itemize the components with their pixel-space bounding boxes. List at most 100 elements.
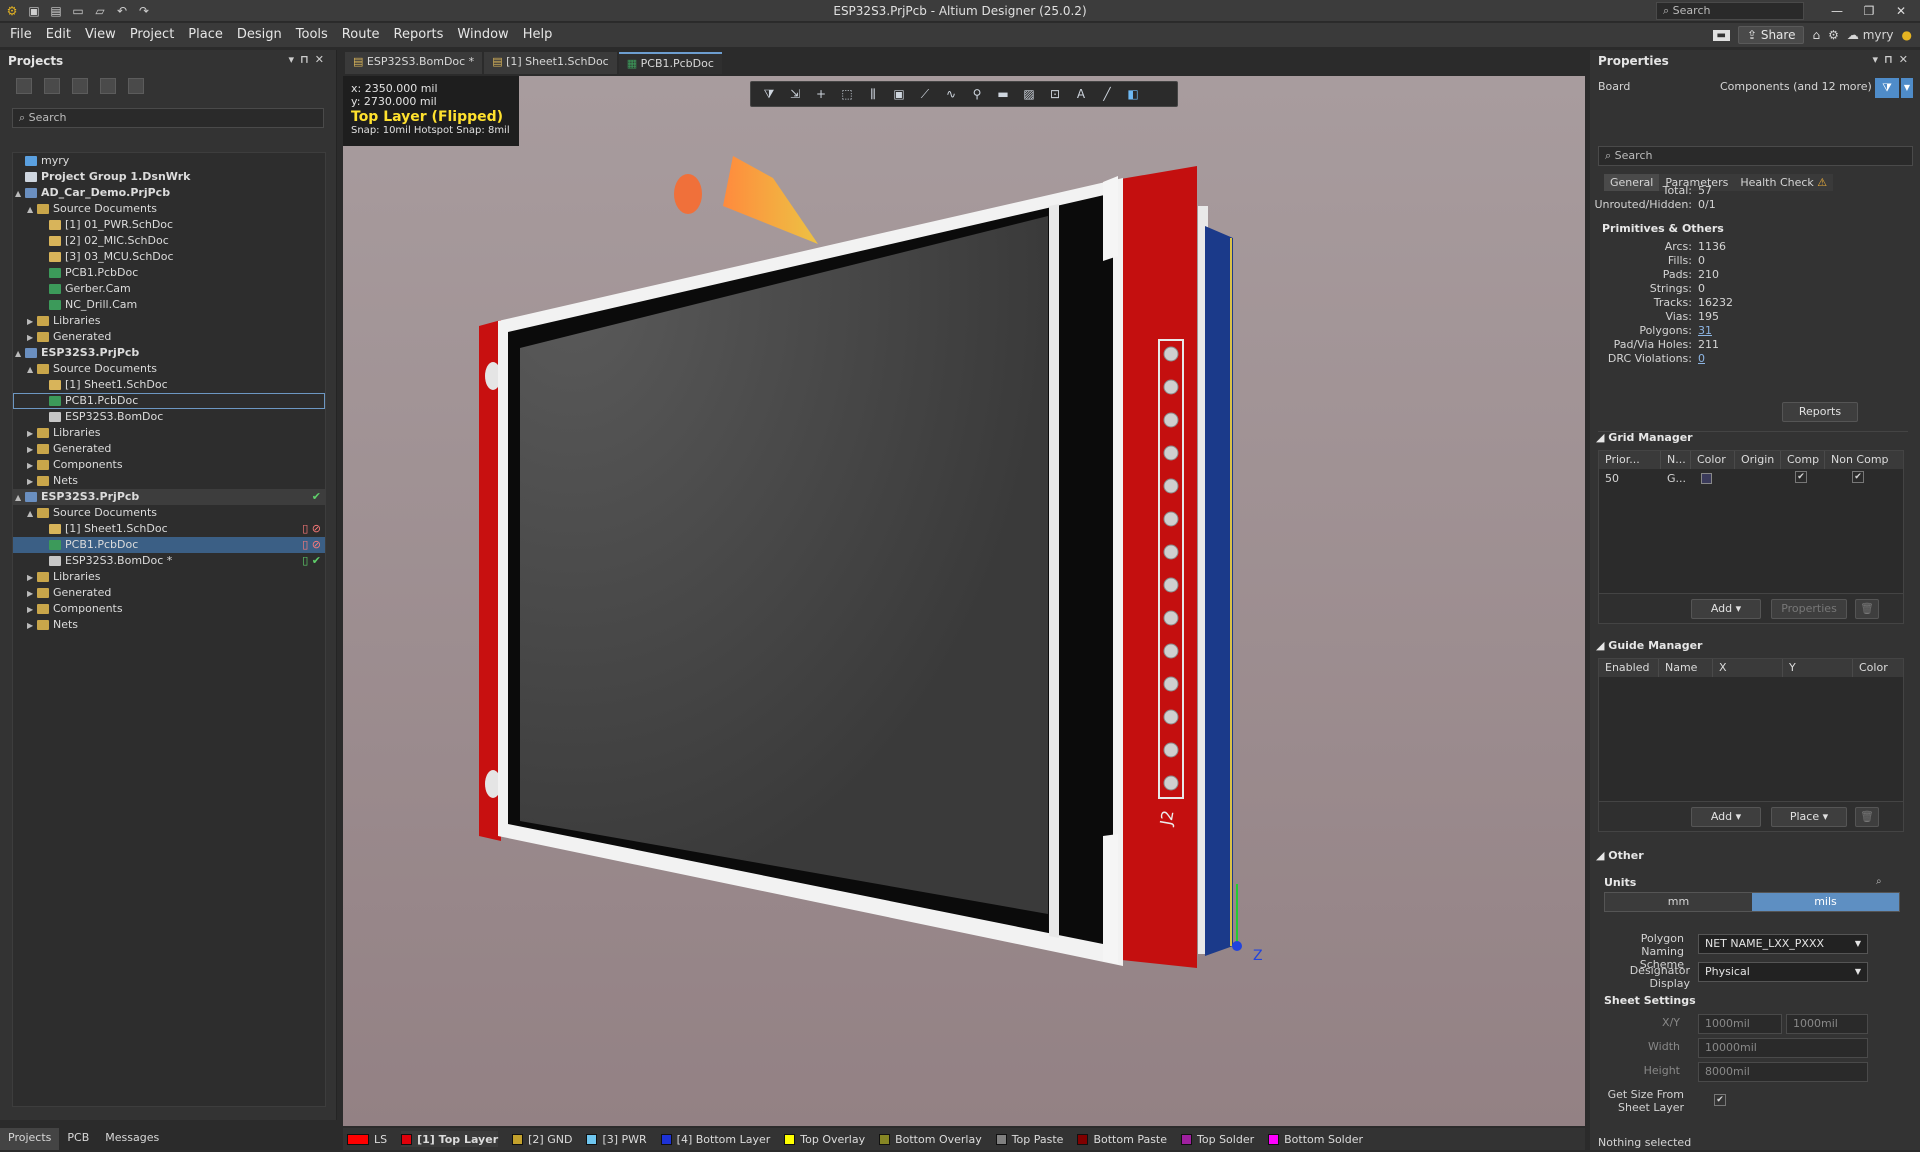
- grid-color-swatch[interactable]: [1701, 473, 1712, 484]
- expander-icon[interactable]: ▶: [27, 618, 37, 634]
- tree-item[interactable]: [1] Sheet1.SchDoc ▯ ⊘: [13, 521, 325, 537]
- cross-icon[interactable]: +: [811, 86, 831, 102]
- component-icon[interactable]: ▣: [889, 86, 909, 102]
- tree-item[interactable]: ▶ Generated: [13, 441, 325, 457]
- expander-icon[interactable]: ▲: [15, 346, 25, 362]
- layer-tab[interactable]: [3] PWR: [586, 1131, 647, 1147]
- save-all-icon[interactable]: ▤: [48, 3, 64, 19]
- menu-window[interactable]: Window: [457, 27, 508, 42]
- gear-icon[interactable]: [128, 78, 144, 94]
- grid-properties-button[interactable]: Properties: [1771, 599, 1847, 619]
- menu-project[interactable]: Project: [130, 27, 174, 42]
- grid-manager-title[interactable]: ◢ Grid Manager: [1596, 431, 1693, 444]
- layer-tab[interactable]: [1] Top Layer: [401, 1131, 499, 1147]
- redo-icon[interactable]: ↷: [136, 3, 152, 19]
- expander-icon[interactable]: ▶: [27, 426, 37, 442]
- layer-tab[interactable]: [4] Bottom Layer: [660, 1131, 770, 1147]
- tree-item[interactable]: ▲ AD_Car_Demo.PrjPcb: [13, 185, 325, 201]
- tree-item[interactable]: ▲ Source Documents: [13, 361, 325, 377]
- layer-tab[interactable]: Top Paste: [995, 1131, 1063, 1147]
- tree-item[interactable]: ESP32S3.BomDoc: [13, 409, 325, 425]
- via-icon[interactable]: ⚲: [967, 86, 987, 102]
- notifications-icon[interactable]: ●: [1902, 28, 1912, 42]
- expander-icon[interactable]: ▶: [27, 458, 37, 474]
- tree-item[interactable]: PCB1.PcbDoc ▯ ⊘: [13, 537, 325, 553]
- tree-item[interactable]: ▶ Generated: [13, 585, 325, 601]
- expander-icon[interactable]: ▶: [27, 602, 37, 618]
- text-icon[interactable]: A: [1071, 86, 1091, 102]
- menu-place[interactable]: Place: [188, 27, 223, 42]
- menu-design[interactable]: Design: [237, 27, 282, 42]
- restore-button[interactable]: ❐: [1852, 0, 1886, 22]
- menu-reports[interactable]: Reports: [394, 27, 444, 42]
- tree-item[interactable]: ▶ Libraries: [13, 425, 325, 441]
- open-icon[interactable]: ▭: [70, 3, 86, 19]
- menu-file[interactable]: File: [10, 27, 32, 42]
- layer-tab[interactable]: Bottom Overlay: [879, 1131, 982, 1147]
- expander-icon[interactable]: ▶: [27, 442, 37, 458]
- tree-item[interactable]: ▶ Components: [13, 601, 325, 617]
- filter-button[interactable]: ⧩: [1875, 78, 1899, 98]
- comment-icon[interactable]: ▬: [1712, 29, 1730, 41]
- layer-tab[interactable]: Bottom Paste: [1077, 1131, 1167, 1147]
- open-folder-icon[interactable]: [72, 78, 88, 94]
- guide-manager-title[interactable]: ◢ Guide Manager: [1596, 639, 1702, 652]
- tab-projects[interactable]: Projects: [0, 1128, 60, 1150]
- expander-icon[interactable]: ▲: [15, 490, 25, 506]
- col-x[interactable]: X: [1713, 659, 1783, 677]
- stat-value[interactable]: 0: [1698, 352, 1705, 365]
- sheet-width-field[interactable]: 10000mil: [1698, 1038, 1868, 1058]
- close-window-button[interactable]: ✕: [1884, 0, 1918, 22]
- guide-place-button[interactable]: Place ▾: [1771, 807, 1847, 827]
- tree-item[interactable]: ▶ Generated: [13, 329, 325, 345]
- layer-tab[interactable]: Top Solder: [1181, 1131, 1254, 1147]
- layer-tab[interactable]: LS: [347, 1131, 387, 1147]
- settings-icon[interactable]: ⚙: [1828, 28, 1839, 42]
- grid-comp-checkbox[interactable]: ✔: [1795, 471, 1807, 483]
- tree-item[interactable]: ▲ ESP32S3.PrjPcb ✔: [13, 489, 325, 505]
- col-color[interactable]: Color: [1691, 451, 1735, 469]
- menu-route[interactable]: Route: [342, 27, 380, 42]
- view-3d-icon[interactable]: ◧: [1123, 86, 1143, 102]
- keepout-icon[interactable]: ▨: [1019, 86, 1039, 102]
- other-title[interactable]: ◢ Other: [1596, 849, 1644, 862]
- tree-item[interactable]: PCB1.PcbDoc: [13, 265, 325, 281]
- expander-icon[interactable]: ▲: [27, 362, 37, 378]
- layer-tab[interactable]: [2] GND: [512, 1131, 572, 1147]
- expander-icon[interactable]: ▶: [27, 330, 37, 346]
- units-mils-button[interactable]: mils: [1752, 893, 1899, 911]
- select-rect-icon[interactable]: ⬚: [837, 86, 857, 102]
- grid-add-button[interactable]: Add ▾: [1691, 599, 1761, 619]
- tree-item[interactable]: ▶ Nets: [13, 617, 325, 633]
- menu-help[interactable]: Help: [523, 27, 553, 42]
- col-y[interactable]: Y: [1783, 659, 1853, 677]
- user-account[interactable]: ☁ myry: [1847, 28, 1894, 42]
- compile-icon[interactable]: [44, 78, 60, 94]
- expander-icon[interactable]: ▲: [27, 202, 37, 218]
- units-mm-button[interactable]: mm: [1605, 893, 1752, 911]
- tree-item[interactable]: ▶ Nets: [13, 473, 325, 489]
- designator-display-select[interactable]: Physical ▼: [1698, 962, 1868, 982]
- polygon-icon[interactable]: ▬: [993, 86, 1013, 102]
- col-enabled[interactable]: Enabled: [1599, 659, 1659, 677]
- tree-item[interactable]: ▶ Libraries: [13, 569, 325, 585]
- dimension-icon[interactable]: ⊡: [1045, 86, 1065, 102]
- tab-bomdoc[interactable]: ▤ ESP32S3.BomDoc *: [345, 52, 483, 74]
- route-icon[interactable]: ⇲: [785, 86, 805, 102]
- tree-item[interactable]: ▶ Libraries: [13, 313, 325, 329]
- tree-item[interactable]: ESP32S3.BomDoc * ▯ ✔: [13, 553, 325, 569]
- filter-icon[interactable]: ⧩: [759, 86, 779, 102]
- tree-item[interactable]: myry: [13, 153, 325, 169]
- col-guide-name[interactable]: Name: [1659, 659, 1713, 677]
- diff-pair-icon[interactable]: ∿: [941, 86, 961, 102]
- guide-add-button[interactable]: Add ▾: [1691, 807, 1761, 827]
- tab-pcb1[interactable]: ▦ PCB1.PcbDoc: [618, 52, 722, 74]
- panel-controls[interactable]: ▾⊓✕: [289, 53, 331, 66]
- col-name[interactable]: N...: [1661, 451, 1691, 469]
- project-options-icon[interactable]: [100, 78, 116, 94]
- menu-tools[interactable]: Tools: [296, 27, 328, 42]
- guide-delete-icon[interactable]: 🗑: [1855, 807, 1879, 827]
- minimize-button[interactable]: —: [1820, 0, 1854, 22]
- tree-item[interactable]: ▲ Source Documents: [13, 201, 325, 217]
- tab-messages[interactable]: Messages: [97, 1128, 167, 1150]
